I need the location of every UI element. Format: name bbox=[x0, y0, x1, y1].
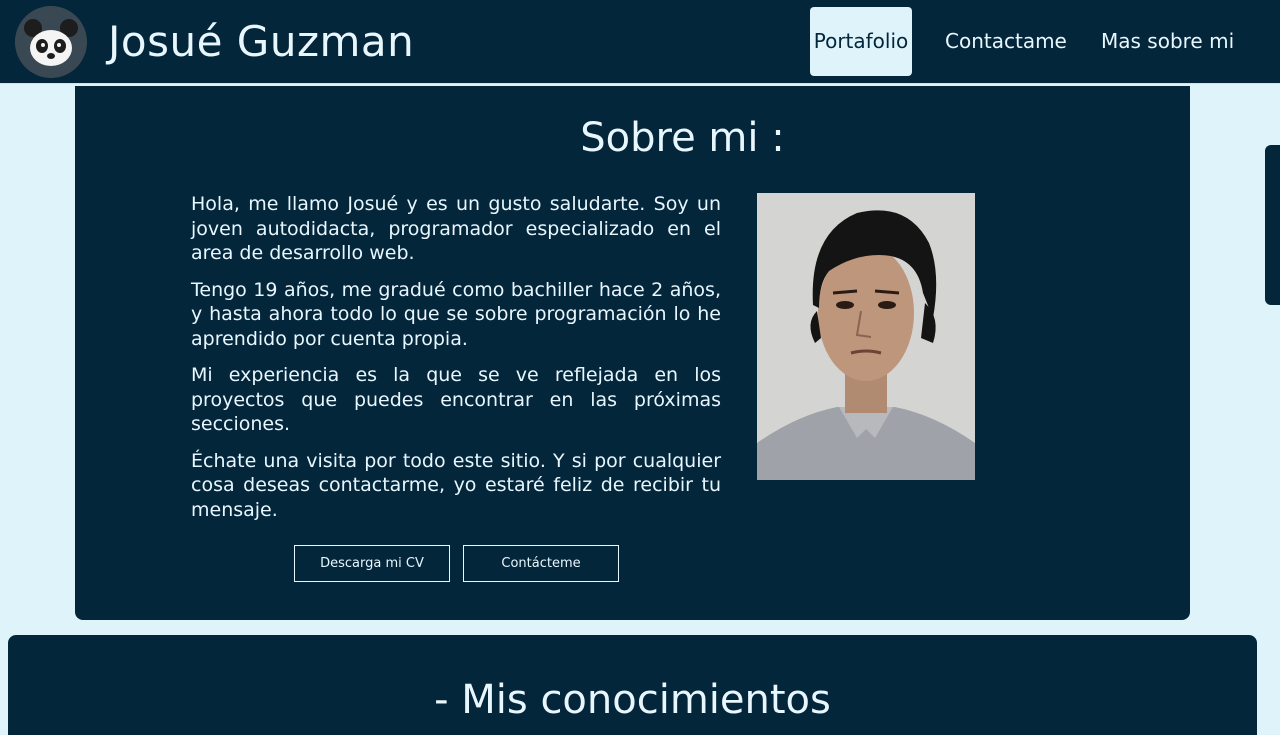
scrollbar-thumb[interactable] bbox=[1265, 145, 1280, 305]
skills-title: - Mis conocimientos bbox=[434, 677, 831, 723]
panda-logo-icon[interactable] bbox=[15, 6, 87, 78]
about-paragraph: Tengo 19 años, me gradué como bachiller … bbox=[191, 278, 721, 350]
about-text: Hola, me llamo Josué y es un gusto salud… bbox=[191, 192, 721, 534]
about-paragraph: Échate una visita por todo este sitio. Y… bbox=[191, 449, 721, 521]
contact-button[interactable]: Contácteme bbox=[463, 545, 619, 582]
profile-photo bbox=[757, 193, 975, 480]
nav-item-portafolio[interactable]: Portafolio bbox=[810, 7, 912, 76]
site-title: Josué Guzman bbox=[108, 17, 415, 66]
about-paragraph: Mi experiencia es la que se ve reflejada… bbox=[191, 364, 721, 435]
nav-item-mas-sobre-mi[interactable]: Mas sobre mi bbox=[1101, 7, 1234, 76]
about-paragraph: Hola, me llamo Josué y es un gusto salud… bbox=[191, 193, 721, 264]
about-title: Sobre mi : bbox=[580, 115, 785, 161]
download-cv-button[interactable]: Descarga mi CV bbox=[294, 545, 450, 582]
top-navbar: Josué Guzman Portafolio Contactame Mas s… bbox=[0, 0, 1280, 84]
nav-item-contactame[interactable]: Contactame bbox=[945, 7, 1067, 76]
skills-section: - Mis conocimientos bbox=[8, 635, 1257, 735]
about-section: Sobre mi : Hola, me llamo Josué y es un … bbox=[75, 86, 1190, 620]
